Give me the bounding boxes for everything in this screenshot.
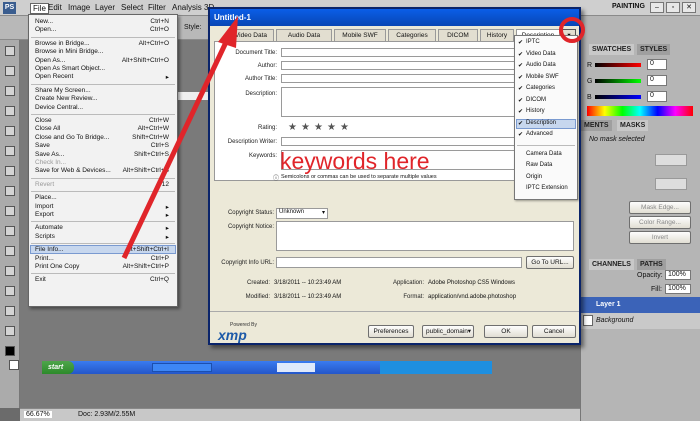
red-arrow-line [121, 36, 231, 260]
red-arrow-head-icon [218, 16, 238, 48]
annotation-overlay [121, 16, 585, 260]
red-highlight-circle [559, 17, 585, 43]
keywords-annotation: keywords here [280, 148, 430, 174]
